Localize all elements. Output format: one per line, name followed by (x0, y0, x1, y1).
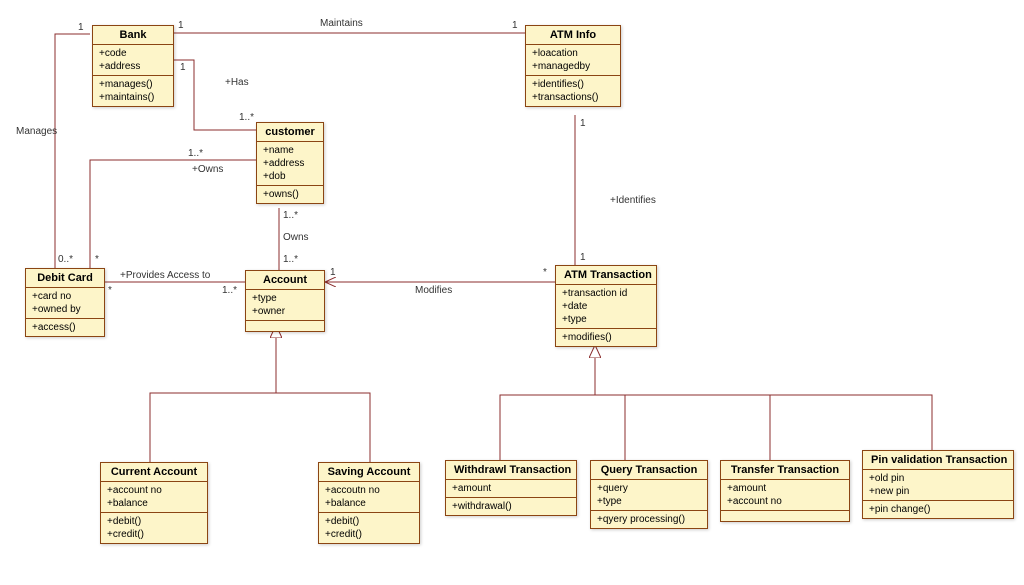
class-bank: Bank +code +address +manages() +maintain… (92, 25, 174, 107)
class-account: Account +type +owner (245, 270, 325, 332)
label-owns-h: +Owns (192, 164, 223, 175)
class-atm-info: ATM Info +loacation +managedby +identifi… (525, 25, 621, 107)
label-maintains: Maintains (320, 18, 363, 29)
mult: * (543, 267, 547, 278)
class-debit-card: Debit Card +card no +owned by +access() (25, 268, 105, 337)
class-atm-transaction: ATM Transaction +transaction id +date +t… (555, 265, 657, 347)
label-has: +Has (225, 77, 249, 88)
mult: 1..* (188, 148, 203, 159)
class-customer: customer +name +address +dob +owns() (256, 122, 324, 204)
mult: 0..* (58, 254, 73, 265)
mult: 1 (180, 62, 186, 73)
mult: 1 (78, 22, 84, 33)
class-saving-account: Saving Account +accoutn no +balance +deb… (318, 462, 420, 544)
mult: 1 (512, 20, 518, 31)
class-pin-validation-transaction: Pin validation Transaction +old pin +new… (862, 450, 1014, 519)
label-identifies: +Identifies (610, 195, 656, 206)
mult: 1..* (222, 285, 237, 296)
mult: 1..* (283, 254, 298, 265)
mult: 1 (330, 267, 336, 278)
label-provides: +Provides Access to (120, 270, 210, 281)
class-transfer-transaction: Transfer Transaction +amount +account no (720, 460, 850, 522)
mult: 1 (178, 20, 184, 31)
mult: * (108, 285, 112, 296)
mult: 1..* (283, 210, 298, 221)
class-title: Bank (93, 26, 173, 45)
mult: 1..* (239, 112, 254, 123)
class-withdrawal-transaction: Withdrawl Transaction +amount +withdrawa… (445, 460, 577, 516)
label-modifies: Modifies (415, 285, 452, 296)
class-query-transaction: Query Transaction +query +type +qyery pr… (590, 460, 708, 529)
mult: 1 (580, 118, 586, 129)
mult: 1 (580, 252, 586, 263)
label-owns-v: Owns (283, 232, 309, 243)
label-manages: Manages (16, 126, 57, 137)
class-current-account: Current Account +account no +balance +de… (100, 462, 208, 544)
mult: * (95, 254, 99, 265)
